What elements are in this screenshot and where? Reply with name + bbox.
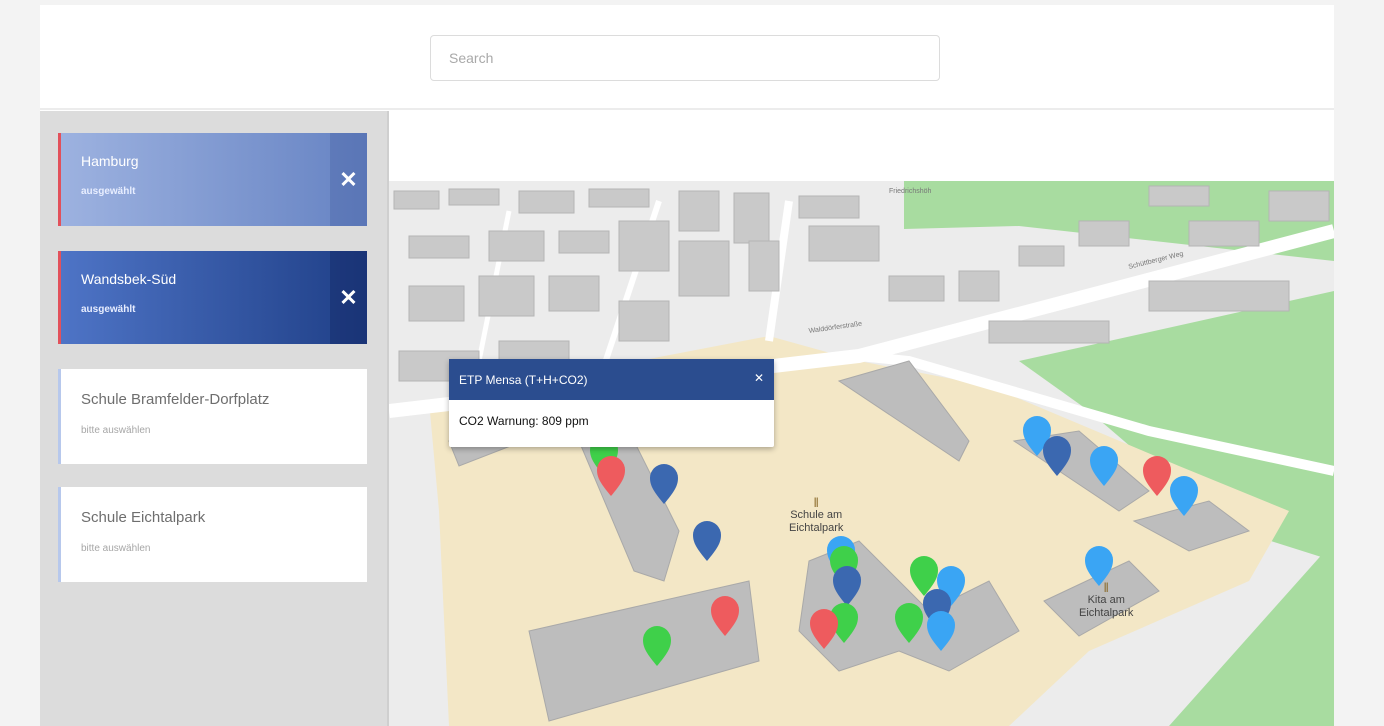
top-bar — [40, 5, 1334, 110]
poi-label-line: Schule am — [790, 509, 843, 521]
popup-title: ETP Mensa (T+H+CO2) — [459, 372, 588, 387]
popup-header: ETP Mensa (T+H+CO2) ✕ — [449, 359, 774, 400]
sensor-popup: ETP Mensa (T+H+CO2) ✕ CO2 Warnung: 809 p… — [449, 359, 774, 447]
close-icon[interactable]: ✕ — [330, 251, 367, 344]
close-icon[interactable]: ✕ — [754, 371, 764, 385]
sidebar: Hamburg ausgewählt ✕ Wandsbek-Süd ausgew… — [40, 111, 389, 726]
poi-label-line: Eichtalpark — [1079, 607, 1134, 619]
selected-card-wandsbek[interactable]: Wandsbek-Süd ausgewählt ✕ — [58, 251, 367, 344]
poi-label-kita: ǁ Kita am Eichtalpark — [1079, 580, 1134, 619]
app-window: Hamburg ausgewählt ✕ Wandsbek-Süd ausgew… — [40, 5, 1334, 726]
card-status: ausgewählt — [81, 186, 136, 197]
option-card-eichtalpark[interactable]: Schule Eichtalpark bitte auswählen — [58, 487, 367, 582]
poi-label-line: Eichtalpark — [789, 522, 844, 534]
search-input[interactable] — [430, 35, 940, 81]
card-status: bitte auswählen — [81, 425, 151, 436]
card-title: Hamburg — [81, 153, 139, 169]
poi-label-line: Kita am — [1087, 594, 1125, 606]
card-title: Wandsbek-Süd — [81, 271, 177, 287]
card-title: Schule Bramfelder-Dorfplatz — [81, 391, 270, 408]
card-status: ausgewählt — [81, 304, 136, 315]
card-status: bitte auswählen — [81, 543, 151, 554]
popup-message: CO2 Warnung: 809 ppm — [459, 414, 589, 428]
card-title: Schule Eichtalpark — [81, 509, 206, 526]
poi-label-school: ǁ Schule am Eichtalpark — [789, 495, 844, 534]
option-card-bramfelder[interactable]: Schule Bramfelder-Dorfplatz bitte auswäh… — [58, 369, 367, 464]
selected-card-hamburg[interactable]: Hamburg ausgewählt ✕ — [58, 133, 367, 226]
close-icon[interactable]: ✕ — [330, 133, 367, 226]
street-label: Friedrichshöh — [889, 188, 932, 195]
